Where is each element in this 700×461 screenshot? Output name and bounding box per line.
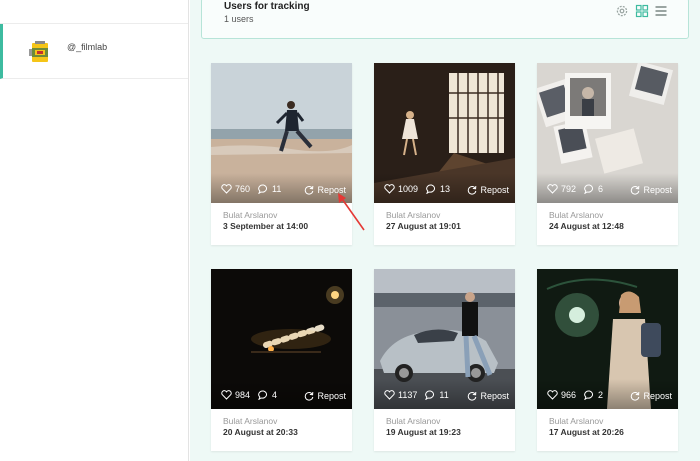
post-date: 24 August at 12:48 — [549, 221, 624, 231]
likes-stat: 1137 — [384, 390, 417, 400]
likes-stat: 1009 — [384, 184, 418, 194]
post-date: 19 August at 19:23 — [386, 427, 461, 437]
account-handle: @_filmlab — [67, 42, 108, 52]
comments-count: 2 — [598, 390, 604, 400]
tracking-panel: Users for tracking 1 users — [201, 0, 689, 39]
list-view-icon[interactable] — [654, 4, 668, 18]
post-date: 20 August at 20:33 — [223, 427, 298, 437]
post-stats: 760 11 — [221, 183, 289, 195]
post-card[interactable]: 1137 11 Repost Bulat Arslanov 19 August … — [374, 269, 515, 451]
likes-count: 1137 — [398, 390, 418, 400]
post-card[interactable]: 984 4 Repost Bulat Arslanov 20 August at… — [211, 269, 352, 451]
comment-icon — [425, 390, 435, 400]
comments-count: 6 — [598, 184, 604, 194]
post-photo[interactable]: 966 2 Repost — [537, 269, 678, 409]
repost-icon — [305, 391, 314, 401]
post-author: Bulat Arslanov — [386, 210, 441, 220]
post-photo[interactable]: 984 4 Repost — [211, 269, 352, 409]
comments-stat: 6 — [584, 184, 603, 194]
heart-icon — [547, 390, 558, 400]
post-date: 17 August at 20:26 — [549, 427, 624, 437]
heart-icon — [384, 184, 395, 194]
heart-icon — [384, 390, 395, 400]
repost-icon — [468, 185, 477, 195]
comments-stat: 2 — [584, 390, 603, 400]
post-photo[interactable]: 760 11 Repost — [211, 63, 352, 203]
likes-count: 792 — [561, 184, 577, 194]
heart-icon — [221, 390, 232, 400]
post-card[interactable]: 760 11 Repost Bulat Arslanov 3 September… — [211, 63, 352, 245]
repost-button[interactable]: Repost — [467, 391, 509, 401]
likes-count: 1009 — [398, 184, 419, 194]
post-date: 27 August at 19:01 — [386, 221, 461, 231]
comment-icon — [584, 390, 594, 400]
heart-icon — [221, 184, 232, 194]
sidebar-account-item[interactable]: @_filmlab — [0, 24, 188, 79]
post-stats: 1137 11 — [384, 389, 457, 401]
repost-label: Repost — [480, 391, 509, 401]
comment-icon — [584, 184, 594, 194]
comments-stat: 11 — [258, 184, 281, 194]
comments-count: 13 — [440, 184, 451, 194]
post-photo[interactable]: 1009 13 Repost — [374, 63, 515, 203]
post-author: Bulat Arslanov — [223, 210, 278, 220]
post-stats: 966 2 — [547, 389, 611, 401]
film-canister-icon — [29, 41, 48, 62]
post-photo[interactable]: 1137 11 Repost — [374, 269, 515, 409]
post-photo[interactable]: 792 6 Repost — [537, 63, 678, 203]
repost-icon — [631, 391, 640, 401]
likes-count: 760 — [235, 184, 251, 194]
comments-count: 11 — [439, 390, 449, 400]
repost-icon — [305, 185, 314, 195]
likes-stat: 966 — [547, 390, 576, 400]
post-stats: 792 6 — [547, 183, 611, 195]
post-card[interactable]: 966 2 Repost Bulat Arslanov 17 August at… — [537, 269, 678, 451]
repost-label: Repost — [480, 185, 509, 195]
repost-label: Repost — [317, 391, 346, 401]
likes-count: 984 — [235, 390, 251, 400]
comments-stat: 4 — [258, 390, 277, 400]
repost-button[interactable]: Repost — [467, 185, 509, 195]
sidebar-header — [0, 0, 188, 24]
comment-icon — [426, 184, 436, 194]
comments-count: 11 — [272, 184, 282, 194]
tracking-count: 1 users — [224, 14, 254, 24]
likes-stat: 984 — [221, 390, 250, 400]
repost-label: Repost — [317, 185, 346, 195]
heart-icon — [547, 184, 558, 194]
comments-stat: 13 — [426, 184, 450, 194]
post-author: Bulat Arslanov — [549, 210, 604, 220]
sidebar: @_filmlab — [0, 0, 189, 461]
post-author: Bulat Arslanov — [223, 416, 278, 426]
repost-label: Repost — [643, 185, 672, 195]
post-stats: 984 4 — [221, 389, 285, 401]
repost-button[interactable]: Repost — [304, 185, 346, 195]
post-date: 3 September at 14:00 — [223, 221, 309, 231]
post-author: Bulat Arslanov — [386, 416, 441, 426]
likes-stat: 760 — [221, 184, 250, 194]
repost-button[interactable]: Repost — [304, 391, 346, 401]
repost-label: Repost — [643, 391, 672, 401]
repost-icon — [468, 391, 477, 401]
comments-count: 4 — [272, 390, 278, 400]
likes-count: 966 — [561, 390, 577, 400]
comment-icon — [258, 390, 268, 400]
comment-icon — [258, 184, 268, 194]
comments-stat: 11 — [425, 390, 449, 400]
post-author: Bulat Arslanov — [549, 416, 604, 426]
post-card[interactable]: 1009 13 Repost Bulat Arslanov 27 August … — [374, 63, 515, 245]
repost-icon — [631, 185, 640, 195]
settings-icon[interactable] — [615, 4, 629, 18]
post-stats: 1009 13 — [384, 183, 458, 195]
tracking-title: Users for tracking — [224, 1, 310, 12]
post-card[interactable]: 792 6 Repost Bulat Arslanov 24 August at… — [537, 63, 678, 245]
repost-button[interactable]: Repost — [630, 391, 672, 401]
grid-view-icon[interactable] — [635, 4, 649, 18]
likes-stat: 792 — [547, 184, 576, 194]
repost-button[interactable]: Repost — [630, 185, 672, 195]
